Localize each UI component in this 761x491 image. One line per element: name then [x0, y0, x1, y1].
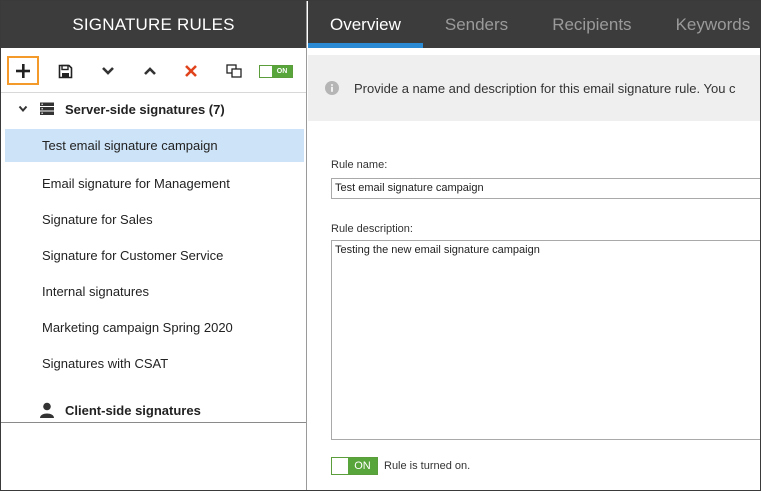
server-icon [39, 102, 55, 116]
x-icon [185, 65, 197, 77]
info-icon [325, 81, 339, 95]
rule-details-panel: Overview Senders Recipients Keywords Pro… [308, 1, 760, 490]
move-up-button[interactable] [135, 58, 165, 84]
add-rule-button[interactable] [7, 56, 39, 85]
user-icon [39, 402, 55, 418]
divider [1, 422, 306, 423]
tab-bar: Overview Senders Recipients Keywords [308, 1, 760, 48]
rule-list-item[interactable]: Signature for Sales [1, 201, 306, 237]
rule-name-label: Rule name: [331, 159, 388, 171]
toggle-knob [260, 66, 272, 77]
rules-toolbar: ON [1, 48, 306, 93]
rule-label: Signature for Sales [42, 211, 153, 227]
toggle-on-label: ON [272, 66, 292, 77]
rule-list-item[interactable]: Internal signatures [1, 273, 306, 309]
group-label: Server-side signatures (7) [65, 101, 225, 117]
rule-enabled-toggle[interactable]: ON [331, 457, 378, 475]
tab-keywords[interactable]: Keywords [654, 1, 760, 48]
copy-icon [225, 63, 242, 78]
rule-description-label: Rule description: [331, 223, 413, 235]
delete-button[interactable] [176, 58, 206, 84]
rules-enabled-toggle[interactable]: ON [259, 65, 293, 78]
rule-list-item[interactable]: Test email signature campaign [5, 129, 304, 162]
chevron-up-icon [144, 67, 156, 75]
rule-list-item[interactable]: Email signature for Management [1, 165, 306, 201]
rule-description-textarea[interactable]: Testing the new email signature campaign [331, 240, 760, 440]
signature-rules-list: Test email signature campaign Email sign… [1, 129, 306, 381]
rule-list-item[interactable]: Signature for Customer Service [1, 237, 306, 273]
save-icon [58, 64, 72, 78]
save-button[interactable] [50, 58, 80, 84]
plus-icon [16, 63, 30, 78]
rule-label: Email signature for Management [42, 175, 230, 191]
info-banner: Provide a name and description for this … [308, 55, 760, 121]
rule-label: Internal signatures [42, 283, 149, 299]
group-label: Client-side signatures [65, 402, 201, 418]
rule-name-input[interactable]: Test email signature campaign [331, 178, 760, 199]
client-side-signatures-group[interactable]: Client-side signatures [1, 400, 201, 420]
server-side-signatures-group[interactable]: Server-side signatures (7) [1, 99, 225, 119]
rule-list-item[interactable]: Marketing campaign Spring 2020 [1, 309, 306, 345]
info-text: Provide a name and description for this … [354, 80, 736, 96]
chevron-down-icon[interactable] [13, 105, 33, 113]
toggle-on-label: ON [348, 458, 377, 474]
rule-status-text: Rule is turned on. [384, 460, 471, 472]
panel-title: SIGNATURE RULES [1, 1, 306, 48]
rule-label: Signature for Customer Service [42, 247, 224, 263]
tab-recipients[interactable]: Recipients [530, 1, 653, 48]
chevron-down-icon [102, 67, 114, 75]
tab-senders[interactable]: Senders [423, 1, 530, 48]
rule-list-item[interactable]: Signatures with CSAT [1, 345, 306, 381]
tab-overview[interactable]: Overview [308, 1, 423, 48]
rule-label: Signatures with CSAT [42, 355, 169, 371]
rule-label: Marketing campaign Spring 2020 [42, 319, 233, 335]
app-window: SIGNATURE RULES ON Server-side signature… [0, 0, 761, 491]
move-down-button[interactable] [93, 58, 123, 84]
signature-rules-panel: SIGNATURE RULES ON Server-side signature… [1, 1, 307, 490]
toggle-knob [332, 458, 348, 474]
duplicate-button[interactable] [219, 58, 249, 84]
rule-label: Test email signature campaign [42, 138, 218, 153]
